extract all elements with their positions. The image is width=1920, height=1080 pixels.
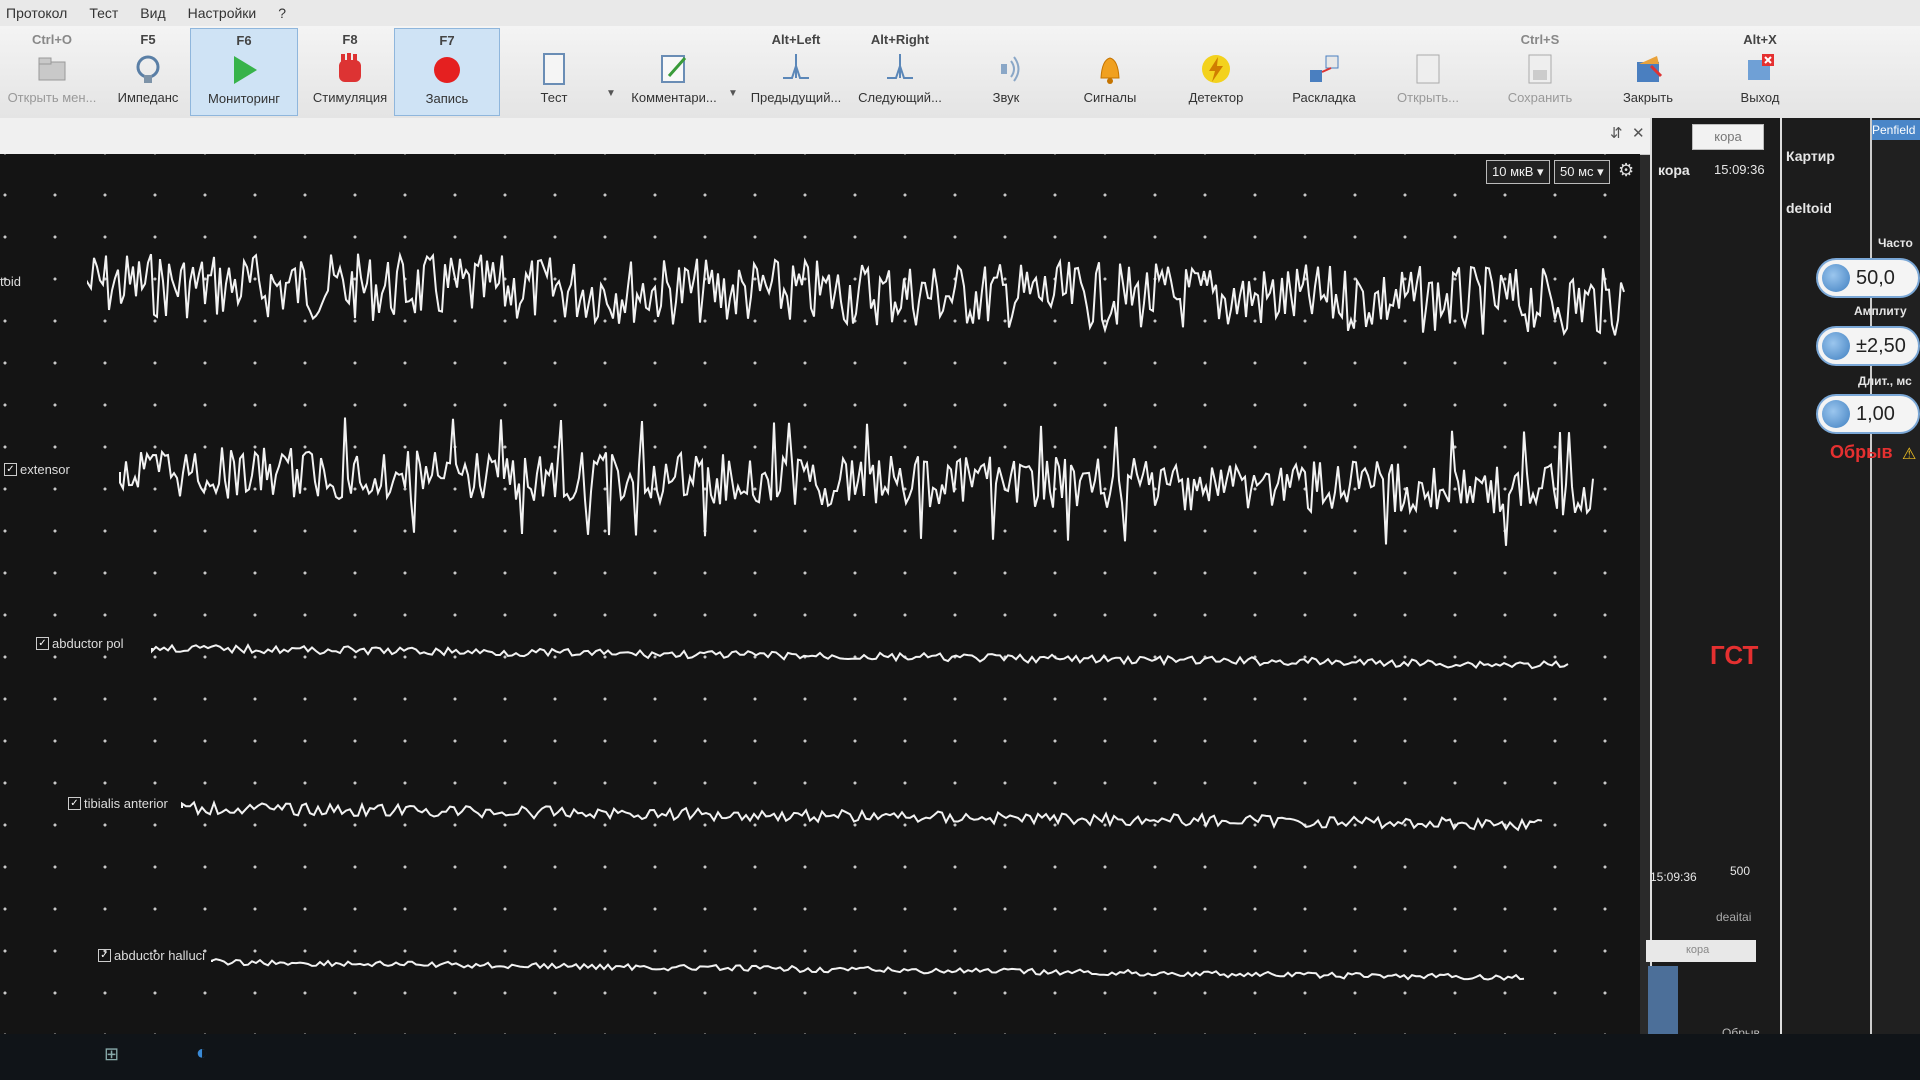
save-icon	[1520, 50, 1560, 88]
kora-bottom-scale: 500	[1730, 864, 1751, 878]
exit-button[interactable]: Alt+X Выход	[1712, 28, 1808, 116]
emg-tabstrip: ⇵ ✕	[0, 118, 1660, 155]
comment-icon	[654, 50, 694, 88]
dial-icon	[1822, 264, 1850, 292]
close-doc-icon	[1628, 50, 1668, 88]
sound-button[interactable]: Звук	[958, 28, 1054, 116]
dial-icon	[1822, 400, 1850, 428]
kora-title: кора	[1658, 162, 1690, 178]
record-button[interactable]: F7 Запись	[394, 28, 500, 116]
pin-dropdown-icon[interactable]: ⇵	[1610, 124, 1623, 142]
emg-trace	[181, 799, 1543, 832]
emg-traces	[87, 251, 1625, 981]
previous-icon	[776, 50, 816, 88]
next-button[interactable]: Alt+Right Следующий...	[848, 28, 952, 116]
dur-knob[interactable]: 1,00	[1816, 394, 1920, 434]
toolbar: Ctrl+O Открыть мен... F5 Импеданс F6 Мон…	[0, 26, 1920, 119]
open-button[interactable]: Открыть...	[1380, 28, 1476, 116]
dur-label: Длит., мс	[1858, 374, 1912, 388]
freq-label: Часто	[1878, 236, 1913, 250]
folder-icon	[32, 50, 72, 88]
impedance-button[interactable]: F5 Импеданс	[100, 28, 196, 116]
emg-monitor: 10 мкВ ▾ 50 мс ▾ ⚙ toid ✓ extensor ✓ abd…	[0, 154, 1640, 1034]
kora-panel: кора кора 15:09:36 15:09:36 500 deaitai …	[1646, 118, 1780, 1048]
amp-label: Амплиту	[1854, 304, 1907, 318]
amp-knob[interactable]: ±2,50	[1816, 326, 1920, 366]
menu-view[interactable]: Вид	[140, 5, 165, 21]
monitoring-button[interactable]: F6 Мониторинг	[190, 28, 298, 116]
play-icon	[224, 51, 264, 89]
kora-bottom-time: 15:09:36	[1650, 870, 1697, 884]
emg-trace	[151, 643, 1569, 670]
close-button[interactable]: Закрыть	[1598, 28, 1698, 116]
layout-button[interactable]: Раскладка	[1274, 28, 1374, 116]
penfield-tab[interactable]: Penfield	[1872, 120, 1920, 140]
menu-test[interactable]: Тест	[89, 5, 118, 21]
emg-trace	[211, 958, 1525, 981]
test-icon	[534, 50, 574, 88]
dial-icon	[1822, 332, 1850, 360]
stim-status: Обрыв	[1830, 442, 1893, 462]
taskbar: ⊞ ◐	[0, 1034, 1920, 1080]
stimulation-hand-icon	[330, 50, 370, 88]
save-button[interactable]: Ctrl+S Сохранить	[1490, 28, 1590, 116]
menu-protocol[interactable]: Протокол	[6, 5, 67, 21]
panel-close-icon[interactable]: ✕	[1632, 124, 1645, 142]
open-icon	[1408, 50, 1448, 88]
kora-tab[interactable]: кора	[1692, 124, 1764, 150]
browser-icon[interactable]: ◐	[196, 1042, 208, 1065]
emg-trace	[87, 251, 1625, 337]
record-icon	[427, 51, 467, 89]
detector-button[interactable]: Детектор	[1168, 28, 1264, 116]
comment-dropdown-icon[interactable]: ▼	[728, 88, 738, 99]
next-icon	[880, 50, 920, 88]
kora-time: 15:09:36	[1714, 162, 1765, 177]
emg-trace	[119, 417, 1594, 546]
menu-bar: Протокол Тест Вид Настройки ?	[0, 0, 1920, 26]
exit-icon	[1740, 50, 1780, 88]
mapping-alarm: ГСТ	[1710, 640, 1759, 670]
stim-panel: Penfield Часто 50,0 Амплиту ±2,50 Длит.,…	[1816, 118, 1920, 1048]
comment-button[interactable]: Комментари...	[624, 28, 724, 116]
mapping-channel: deltoid	[1786, 200, 1832, 216]
sound-icon	[986, 50, 1026, 88]
impedance-icon	[128, 50, 168, 88]
kora-mini-tab[interactable]: кора	[1646, 940, 1756, 962]
lightning-icon	[1196, 50, 1236, 88]
kora-bottom-label: deaitai	[1716, 910, 1752, 924]
menu-settings[interactable]: Настройки	[188, 5, 257, 21]
freq-knob[interactable]: 50,0	[1816, 258, 1920, 298]
previous-button[interactable]: Alt+Left Предыдущий...	[744, 28, 848, 116]
test-dropdown-icon[interactable]: ▼	[606, 88, 616, 99]
stimulation-button[interactable]: F8 Стимуляция	[298, 28, 402, 116]
mapping-title: Картир	[1786, 148, 1835, 164]
warning-icon: ⚠	[1902, 446, 1917, 463]
bell-icon	[1090, 50, 1130, 88]
open-menu-button[interactable]: Ctrl+O Открыть мен...	[4, 28, 100, 116]
layout-icon	[1304, 50, 1344, 88]
signals-button[interactable]: Сигналы	[1062, 28, 1158, 116]
test-button[interactable]: Тест	[506, 28, 602, 116]
windows-start-icon[interactable]: ⊞	[104, 1044, 119, 1065]
menu-help[interactable]: ?	[278, 5, 286, 21]
